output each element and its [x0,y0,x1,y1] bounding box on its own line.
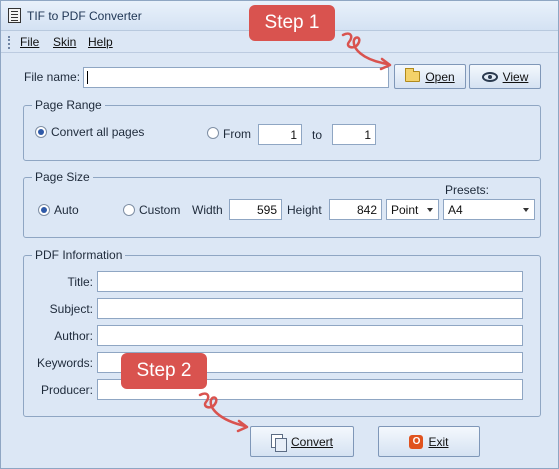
chevron-down-icon [427,208,433,212]
window-title: TIF to PDF Converter [27,9,142,23]
step-2-arrow-icon [198,392,249,433]
page-size-title: Page Size [32,170,93,184]
width-input[interactable]: 595 [229,199,282,220]
converter-window: TIF to PDF Converter File Skin Help File… [0,0,559,469]
auto-label: Auto [54,203,79,217]
view-button-label: View [502,69,529,84]
convert-button-label: Convert [290,434,334,449]
height-input[interactable]: 842 [329,199,382,220]
view-button[interactable]: View [469,64,541,89]
step-1-arrow-icon [341,32,392,71]
from-input[interactable]: 1 [258,124,302,145]
unit-select[interactable]: Point [386,199,439,220]
subject-input[interactable] [97,298,523,319]
step-1-badge: Step 1 [249,5,335,41]
convert-button[interactable]: Convert [250,426,354,457]
from-radio[interactable] [207,127,219,139]
exit-button[interactable]: O Exit [378,426,480,457]
convert-all-radio[interactable] [35,126,47,138]
menu-file[interactable]: File [20,35,39,49]
author-field-label: Author: [54,329,93,343]
custom-label: Custom [139,203,181,217]
subject-field-label: Subject: [49,302,93,316]
author-input[interactable] [97,325,523,346]
presets-label: Presets: [445,183,490,197]
height-label: Height [287,203,322,217]
unit-select-value: Point [391,203,419,217]
to-label: to [312,128,323,142]
keywords-field-label: Keywords: [36,356,93,370]
file-name-label: File name: [24,70,81,84]
exit-button-label: Exit [428,434,449,449]
producer-field-label: Producer: [40,383,93,397]
convert-icon [270,433,287,452]
preset-select[interactable]: A4 [443,199,535,220]
title-input[interactable] [97,271,523,292]
page-range-title: Page Range [32,98,105,112]
preset-select-value: A4 [448,203,463,217]
width-label: Width [192,203,223,217]
menu-help[interactable]: Help [88,35,113,49]
folder-icon [405,68,421,82]
custom-radio[interactable] [123,204,135,216]
app-icon [8,8,21,23]
chevron-down-icon [523,208,529,212]
auto-radio[interactable] [38,204,50,216]
from-label: From [223,127,251,141]
open-button-label: Open [425,69,455,84]
menu-skin[interactable]: Skin [53,35,76,49]
exit-icon: O [409,434,424,449]
step-2-badge: Step 2 [121,353,207,389]
eye-icon [481,71,498,82]
text-caret [87,71,88,84]
menu-grip-icon [8,36,10,49]
to-input[interactable]: 1 [332,124,376,145]
title-field-label: Title: [67,275,93,289]
pdf-info-title: PDF Information [32,248,126,262]
open-button[interactable]: Open [394,64,466,89]
convert-all-label: Convert all pages [51,125,145,139]
